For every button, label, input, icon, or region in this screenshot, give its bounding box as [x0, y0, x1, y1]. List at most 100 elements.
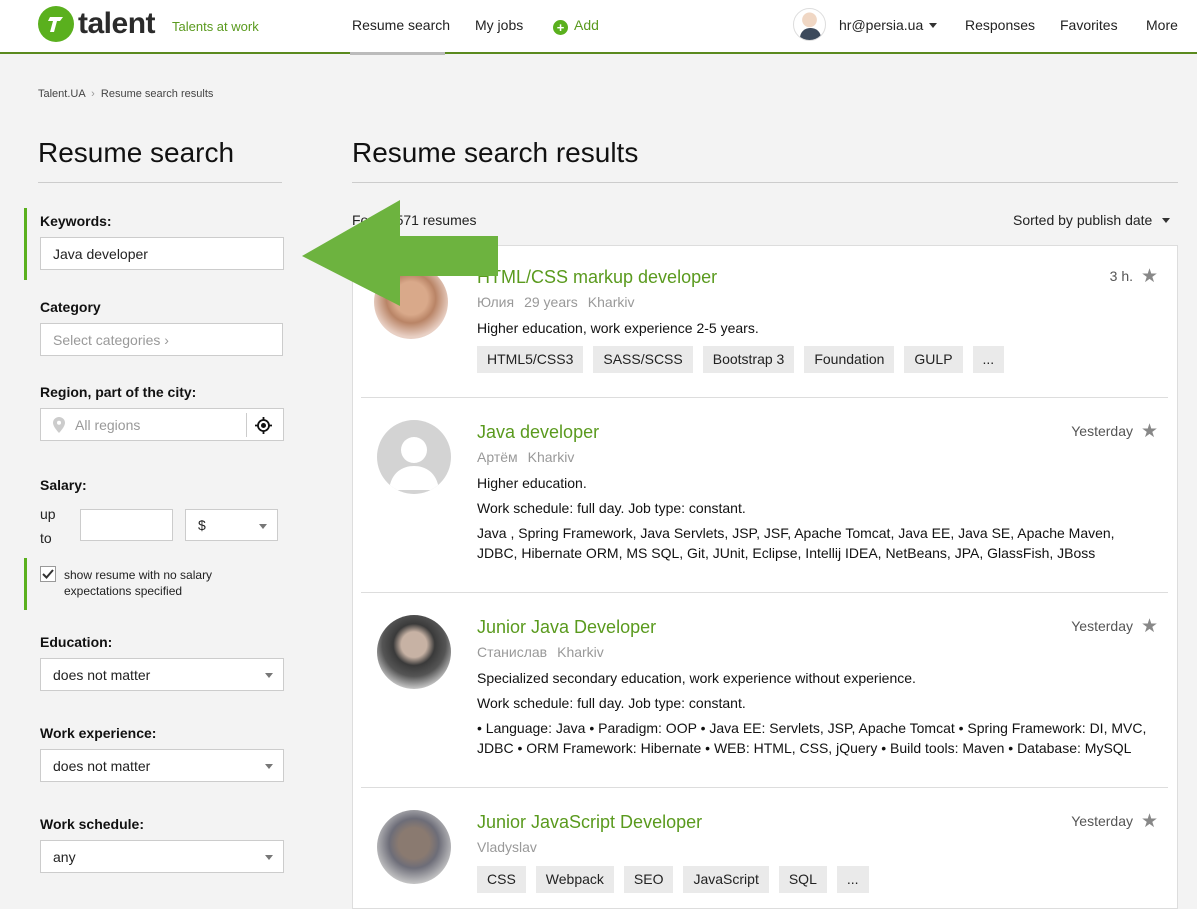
active-filter-indicator: [24, 558, 27, 610]
salary-label: Salary:: [40, 477, 87, 493]
nav-resume-search[interactable]: Resume search: [352, 17, 450, 33]
result-schedule: Work schedule: full day. Job type: const…: [477, 500, 746, 516]
result-title[interactable]: Junior JavaScript Developer: [477, 812, 702, 833]
experience-value: does not matter: [53, 757, 151, 774]
skill-tag[interactable]: HTML5/CSS3: [477, 346, 584, 373]
more-tags[interactable]: ...: [836, 866, 869, 893]
salary-up-text: up: [40, 506, 56, 522]
more-tags[interactable]: ...: [972, 346, 1005, 373]
top-bar: talent Talents at work Resume search My …: [0, 0, 1197, 54]
candidate-city: Kharkiv: [557, 644, 604, 660]
result-summary: Higher education, work experience 2-5 ye…: [477, 320, 759, 336]
region-input[interactable]: All regions: [40, 408, 284, 441]
skill-tag[interactable]: SQL: [778, 866, 827, 893]
divider: [361, 397, 1168, 398]
page-title: Resume search results: [352, 137, 639, 168]
education-label: Education:: [40, 634, 113, 650]
chevron-down-icon: [265, 764, 273, 769]
salary-input[interactable]: [80, 509, 173, 541]
skill-tag[interactable]: CSS: [477, 866, 526, 893]
sort-label: Sorted by publish date: [1013, 212, 1153, 228]
region-placeholder: All regions: [75, 416, 141, 433]
category-label: Category: [40, 299, 101, 315]
breadcrumb: Talent.UA › Resume search results: [38, 88, 213, 100]
result-summary: Specialized secondary education, work ex…: [477, 670, 916, 686]
star-icon[interactable]: ★: [1141, 420, 1158, 443]
skill-tags: HTML5/CSS3 SASS/SCSS Bootstrap 3 Foundat…: [477, 346, 1005, 373]
publish-time: Yesterday: [1071, 423, 1133, 439]
keywords-input[interactable]: Java developer: [40, 237, 284, 270]
publish-time: Yesterday: [1071, 813, 1133, 829]
divider: [361, 592, 1168, 593]
divider: [246, 413, 247, 437]
star-icon[interactable]: ★: [1141, 265, 1158, 288]
result-title[interactable]: Java developer: [477, 422, 599, 443]
experience-select[interactable]: does not matter: [40, 749, 284, 782]
chevron-down-icon: [265, 855, 273, 860]
keywords-label: Keywords:: [40, 213, 112, 229]
salary-to-text: to: [40, 530, 52, 546]
candidate-name: Vladyslav: [477, 839, 537, 855]
experience-label: Work experience:: [40, 725, 157, 741]
candidate-name: Артём: [477, 449, 518, 465]
nav-add[interactable]: + Add: [553, 17, 599, 35]
skill-tag[interactable]: GULP: [904, 346, 963, 373]
result-meta: Артём Kharkiv: [477, 449, 584, 465]
no-salary-checkbox[interactable]: [40, 566, 56, 582]
result-title[interactable]: Junior Java Developer: [477, 617, 656, 638]
checkmark-icon: [42, 569, 54, 579]
tagline: Talents at work: [172, 19, 259, 34]
region-label: Region, part of the city:: [40, 384, 197, 400]
sort-dropdown[interactable]: Sorted by publish date: [1013, 212, 1171, 228]
divider: [38, 182, 282, 183]
skill-tag[interactable]: Foundation: [804, 346, 895, 373]
plus-icon: +: [553, 20, 568, 35]
nav-my-jobs[interactable]: My jobs: [475, 17, 523, 33]
skill-tag[interactable]: Bootstrap 3: [702, 346, 795, 373]
user-menu[interactable]: hr@persia.ua: [839, 17, 938, 33]
logo[interactable]: talent: [38, 6, 156, 42]
user-avatar[interactable]: [793, 8, 826, 41]
avatar[interactable]: [377, 810, 451, 884]
logo-icon: [38, 6, 74, 42]
result-title[interactable]: HTML/CSS markup developer: [477, 267, 717, 288]
currency-select[interactable]: $: [185, 509, 278, 541]
publish-time: 3 h.: [1109, 268, 1133, 284]
result-skills: • Language: Java • Paradigm: OOP • Java …: [477, 720, 1147, 756]
avatar[interactable]: [377, 615, 451, 689]
result-meta: Станислав Kharkiv: [477, 644, 614, 660]
chevron-down-icon: [929, 23, 938, 28]
breadcrumb-home[interactable]: Talent.UA: [38, 88, 85, 100]
no-salary-label[interactable]: show resume with no salary expectations …: [64, 567, 264, 599]
nav-favorites[interactable]: Favorites: [1060, 17, 1118, 33]
candidate-name: Станислав: [477, 644, 548, 660]
result-meta: Vladyslav: [477, 839, 547, 855]
result-summary: Higher education.: [477, 475, 587, 491]
skill-tag[interactable]: Webpack: [535, 866, 614, 893]
active-filter-indicator: [24, 208, 27, 280]
star-icon[interactable]: ★: [1141, 615, 1158, 638]
skill-tag[interactable]: JavaScript: [683, 866, 769, 893]
currency-value: $: [198, 517, 206, 533]
skill-tag[interactable]: SEO: [623, 866, 674, 893]
logo-text: talent: [78, 7, 156, 40]
nav-responses[interactable]: Responses: [965, 17, 1035, 33]
result-schedule: Work schedule: full day. Job type: const…: [477, 695, 746, 711]
breadcrumb-current: Resume search results: [100, 88, 214, 100]
skill-tag[interactable]: SASS/SCSS: [593, 346, 693, 373]
divider: [361, 787, 1168, 788]
schedule-select[interactable]: any: [40, 840, 284, 873]
star-icon[interactable]: ★: [1141, 810, 1158, 833]
results-list: [352, 245, 1178, 909]
breadcrumb-separator: ›: [91, 88, 95, 100]
education-select[interactable]: does not matter: [40, 658, 284, 691]
user-email: hr@persia.ua: [839, 17, 924, 33]
skill-tags: CSS Webpack SEO JavaScript SQL ...: [477, 866, 869, 893]
nav-more[interactable]: More: [1146, 17, 1178, 33]
category-select[interactable]: Select categories ›: [40, 323, 283, 356]
chevron-down-icon: [1162, 218, 1171, 223]
avatar[interactable]: [377, 420, 451, 494]
location-pin-icon: [53, 417, 65, 433]
chevron-down-icon: [259, 524, 267, 529]
geolocation-icon[interactable]: [255, 417, 272, 434]
